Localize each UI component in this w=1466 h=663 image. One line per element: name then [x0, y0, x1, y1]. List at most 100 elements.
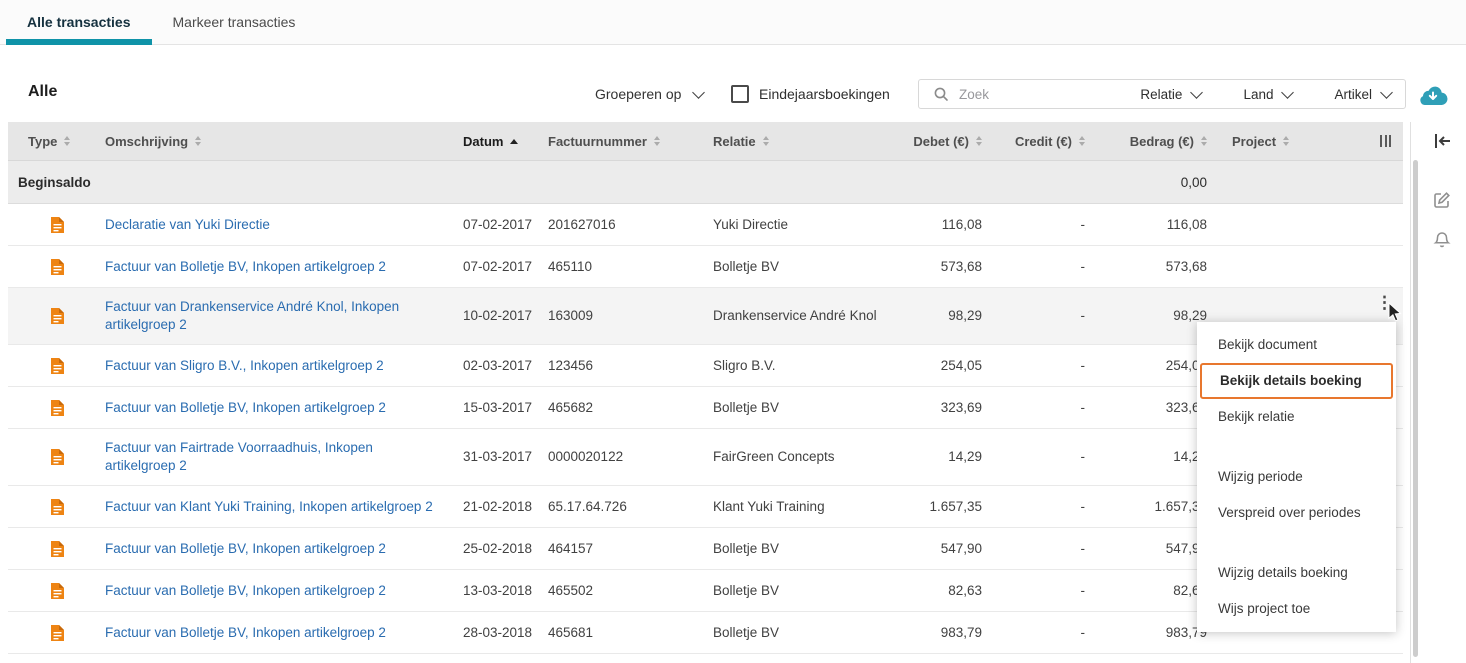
document-icon [8, 399, 105, 417]
vertical-scrollbar[interactable] [1413, 160, 1418, 657]
debit-amount: 547,90 [940, 540, 982, 556]
table-body: Declaratie van Yuki Directie 07-02-2017 20… [8, 204, 1403, 654]
transaction-description-link[interactable]: Factuur van Bolletje BV, Inkopen artikel… [105, 541, 386, 556]
column-label: Factuurnummer [548, 133, 647, 149]
row-actions-kebab-icon[interactable]: ⋮ [1376, 294, 1393, 312]
table-row[interactable]: Factuur van Fairtrade Voorraadhuis, Inko… [8, 429, 1403, 486]
menu-group-divider [1197, 531, 1396, 555]
total-amount: 116,08 [1166, 216, 1207, 232]
table-row[interactable]: Factuur van Bolletje BV, Inkopen artikel… [8, 387, 1403, 429]
debit-amount: 98,29 [948, 308, 982, 323]
transaction-description-link[interactable]: Factuur van Drankenservice André Knol, I… [105, 299, 399, 332]
transaction-description-link[interactable]: Factuur van Fairtrade Voorraadhuis, Inko… [105, 440, 373, 473]
search-input[interactable] [957, 85, 1071, 103]
column-header-factuurnummer[interactable]: Factuurnummer [548, 134, 713, 149]
menu-group-divider [1197, 435, 1396, 459]
transaction-description-link[interactable]: Factuur van Klant Yuki Training, Inkopen… [105, 499, 433, 514]
sort-icon [976, 136, 982, 146]
collapse-panel-button[interactable] [1433, 132, 1453, 155]
relation-name: Drankenservice André Knol [713, 308, 877, 323]
transaction-date: 21-02-2018 [463, 498, 533, 514]
invoice-number: 465681 [548, 624, 594, 640]
column-header-datum[interactable]: Datum [463, 134, 548, 149]
debit-amount: 116,08 [941, 216, 982, 232]
group-by-dropdown[interactable]: Groeperen op [595, 85, 706, 102]
filter-relatie[interactable]: Relatie [1140, 86, 1204, 102]
table-header: Type Omschrijving Datum Factuurnummer Relati… [8, 122, 1403, 161]
table-row[interactable]: Factuur van Sligro B.V., Inkopen artikel… [8, 345, 1403, 387]
filter-label: Relatie [1140, 86, 1183, 102]
relation-name: Bolletje BV [713, 258, 780, 274]
filter-land[interactable]: Land [1243, 86, 1295, 102]
table-row[interactable]: Factuur van Bolletje BV, Inkopen artikel… [8, 528, 1403, 570]
column-label: Debet (€) [913, 133, 969, 149]
transaction-description-link[interactable]: Factuur van Bolletje BV, Inkopen artikel… [105, 625, 386, 640]
transaction-date: 07-02-2017 [463, 258, 533, 274]
menu-item-wijs-project-toe[interactable]: Wijs project toe [1197, 591, 1396, 627]
credit-amount: - [1080, 582, 1086, 598]
relation-name: FairGreen Concepts [713, 449, 835, 464]
transaction-description-link[interactable]: Factuur van Bolletje BV, Inkopen artikel… [105, 583, 386, 598]
notifications-button[interactable] [1432, 230, 1452, 255]
export-download-button[interactable] [1418, 84, 1448, 110]
menu-item-bekijk-details-boeking[interactable]: Bekijk details boeking [1200, 363, 1393, 399]
invoice-number: 465110 [548, 258, 593, 274]
filter-group: Relatie Land Artikel [1140, 86, 1393, 102]
transaction-description-link[interactable]: Factuur van Sligro B.V., Inkopen artikel… [105, 358, 384, 373]
menu-item-bekijk-relatie[interactable]: Bekijk relatie [1197, 399, 1396, 435]
invoice-number: 163009 [548, 308, 594, 323]
credit-amount: - [1080, 258, 1086, 274]
menu-item-verspreid-over-periodes[interactable]: Verspreid over periodes [1197, 495, 1396, 531]
tab-bar: Alle transacties Markeer transacties [0, 0, 1466, 45]
transaction-description-link[interactable]: Factuur van Bolletje BV, Inkopen artikel… [105, 400, 386, 415]
table-row[interactable]: Factuur van Drankenservice André Knol, I… [8, 288, 1403, 345]
menu-item-wijzig-details-boeking[interactable]: Wijzig details boeking [1197, 555, 1396, 591]
column-settings-button[interactable] [1340, 135, 1403, 147]
menu-item-wijzig-periode[interactable]: Wijzig periode [1197, 459, 1396, 495]
chevron-down-icon [1190, 86, 1204, 99]
edit-button[interactable] [1432, 190, 1452, 215]
column-header-debet[interactable]: Debet (€) [885, 134, 985, 149]
table-row[interactable]: Declaratie van Yuki Directie 07-02-2017 20… [8, 204, 1403, 246]
sort-icon [1201, 136, 1207, 146]
search-icon [934, 87, 948, 101]
year-end-checkbox[interactable]: Eindejaarsboekingen [731, 85, 890, 103]
opening-balance-amount: 0,00 [1180, 174, 1207, 190]
document-icon [8, 307, 105, 325]
filter-artikel[interactable]: Artikel [1334, 86, 1393, 102]
cloud-download-icon [1420, 86, 1448, 106]
total-amount: 983,79 [1165, 624, 1207, 640]
sort-icon [653, 136, 660, 146]
sort-icon [195, 136, 202, 146]
menu-item-bekijk-document[interactable]: Bekijk document [1197, 327, 1396, 363]
relation-name: Klant Yuki Training [713, 498, 825, 514]
column-header-bedrag[interactable]: Bedrag (€) [1088, 134, 1210, 149]
checkbox-icon[interactable] [731, 85, 749, 103]
table-row[interactable]: Factuur van Bolletje BV, Inkopen artikel… [8, 612, 1403, 654]
column-label: Omschrijving [105, 133, 189, 149]
table-row[interactable]: Factuur van Bolletje BV, Inkopen artikel… [8, 246, 1403, 288]
column-header-project[interactable]: Project [1210, 134, 1340, 149]
total-amount: 573,68 [1165, 258, 1207, 274]
chevron-down-icon [1281, 86, 1295, 99]
column-header-type[interactable]: Type [8, 134, 105, 149]
tab-alle-transacties[interactable]: Alle transacties [6, 0, 152, 45]
transaction-description-link[interactable]: Factuur van Bolletje BV, Inkopen artikel… [105, 259, 386, 274]
document-icon [8, 582, 105, 600]
opening-balance-label: Beginsaldo [18, 174, 91, 190]
tab-markeer-transacties[interactable]: Markeer transacties [152, 0, 317, 44]
total-amount: 547,90 [1165, 540, 1207, 556]
transaction-description-link[interactable]: Declaratie van Yuki Directie [105, 217, 270, 232]
table-row[interactable]: Factuur van Bolletje BV, Inkopen artikel… [8, 570, 1403, 612]
year-end-label: Eindejaarsboekingen [759, 86, 890, 102]
column-header-omschrijving[interactable]: Omschrijving [105, 134, 463, 149]
table-row[interactable]: Factuur van Klant Yuki Training, Inkopen… [8, 486, 1403, 528]
column-header-credit[interactable]: Credit (€) [985, 134, 1088, 149]
credit-amount: - [1080, 498, 1086, 514]
column-label: Credit (€) [1014, 133, 1072, 149]
credit-amount: - [1080, 449, 1086, 464]
document-icon [8, 498, 105, 516]
column-header-relatie[interactable]: Relatie [713, 134, 885, 149]
edit-icon [1434, 192, 1450, 208]
project-cell [1210, 215, 1340, 235]
